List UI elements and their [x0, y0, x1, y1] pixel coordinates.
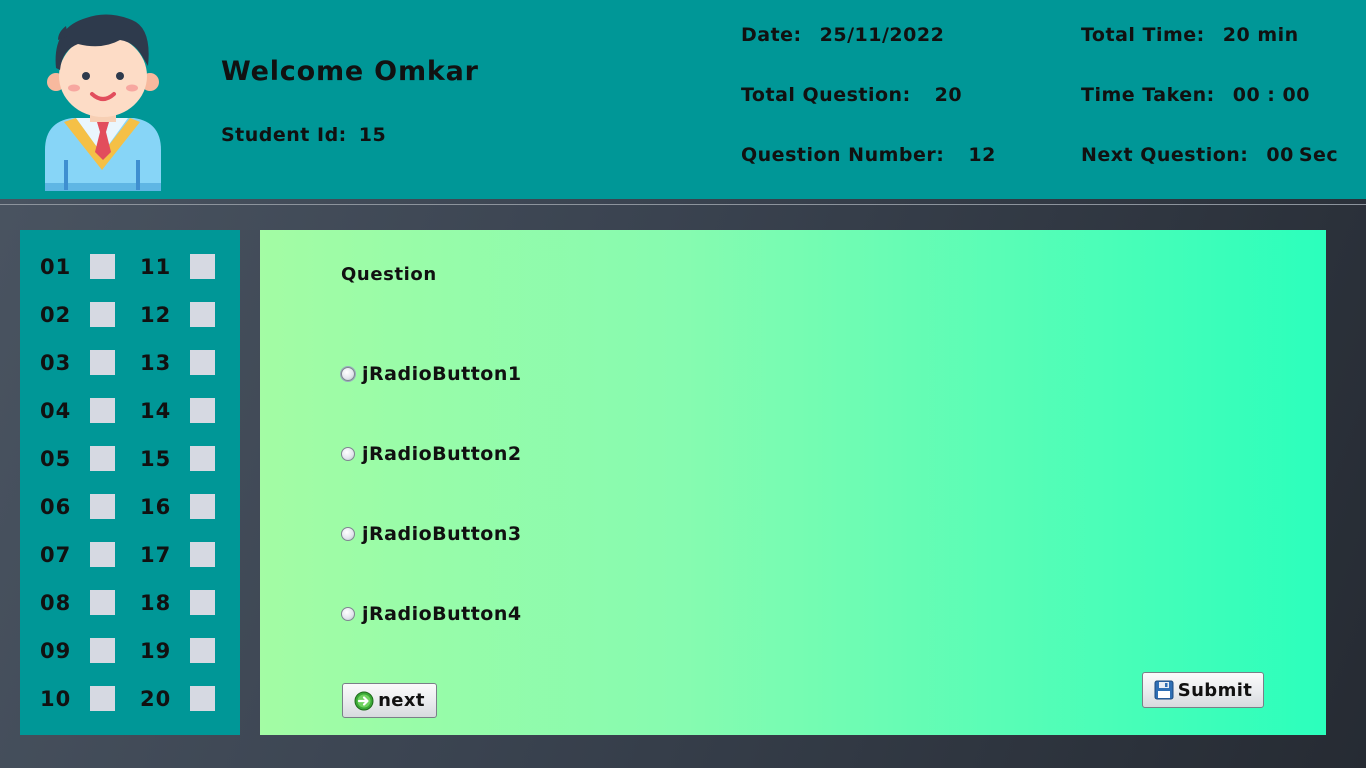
status-box[interactable] [90, 590, 115, 615]
nav-number: 13 [140, 351, 172, 375]
option-label[interactable]: jRadioButton1 [362, 363, 522, 385]
next-button[interactable]: next [342, 683, 437, 718]
total-time-label: Total Time: [1081, 24, 1205, 46]
student-id-row: Student Id: 15 [221, 124, 386, 146]
option-2[interactable]: jRadioButton2 [341, 443, 522, 465]
status-box[interactable] [190, 302, 215, 327]
status-box[interactable] [90, 350, 115, 375]
total-question-row: Total Question: 20 [741, 84, 962, 106]
status-box[interactable] [190, 686, 215, 711]
total-question-value: 20 [934, 84, 963, 106]
student-avatar-icon [45, 14, 161, 191]
next-button-label: next [378, 690, 425, 711]
option-label[interactable]: jRadioButton2 [362, 443, 522, 465]
date-value: 25/11/2022 [819, 24, 945, 46]
header-bar: Welcome Omkar Student Id: 15 Date: 25/11/2… [0, 0, 1366, 199]
nav-number: 16 [140, 495, 172, 519]
status-box[interactable] [190, 398, 215, 423]
question-number-row: Question Number: 12 [741, 144, 996, 166]
status-box[interactable] [190, 638, 215, 663]
question-navigator: 01 02 03 04 05 06 07 08 09 10 11 12 13 1… [20, 230, 240, 735]
nav-number: 04 [40, 399, 72, 423]
option-3[interactable]: jRadioButton3 [341, 523, 522, 545]
nav-number: 09 [40, 639, 72, 663]
status-box[interactable] [90, 302, 115, 327]
option-label[interactable]: jRadioButton3 [362, 523, 522, 545]
status-box[interactable] [190, 542, 215, 567]
nav-number: 05 [40, 447, 72, 471]
welcome-title: Welcome Omkar [221, 56, 479, 87]
option-1[interactable]: jRadioButton1 [341, 363, 522, 385]
student-id-label: Student Id: [221, 124, 347, 146]
status-box[interactable] [90, 494, 115, 519]
question-number-value: 12 [968, 144, 996, 166]
radio-icon[interactable] [341, 367, 355, 381]
total-question-label: Total Question: [741, 84, 911, 106]
time-taken-value: 00 : 00 [1232, 84, 1310, 106]
nav-number: 19 [140, 639, 172, 663]
nav-number: 18 [140, 591, 172, 615]
nav-number: 02 [40, 303, 72, 327]
option-4[interactable]: jRadioButton4 [341, 603, 522, 625]
nav-number: 03 [40, 351, 72, 375]
status-box[interactable] [90, 398, 115, 423]
status-box[interactable] [90, 686, 115, 711]
status-box[interactable] [90, 638, 115, 663]
total-time-row: Total Time: 20 min [1081, 24, 1299, 46]
question-panel: Question jRadioButton1 jRadioButton2 jRa… [260, 230, 1326, 735]
submit-button[interactable]: Submit [1142, 672, 1264, 708]
next-question-timer: 00 [1266, 144, 1294, 166]
time-taken-row: Time Taken: 00 : 00 [1081, 84, 1310, 106]
nav-number: 15 [140, 447, 172, 471]
status-box[interactable] [190, 254, 215, 279]
status-box[interactable] [190, 590, 215, 615]
nav-number: 17 [140, 543, 172, 567]
next-question-unit: Sec [1298, 144, 1339, 166]
status-box[interactable] [190, 494, 215, 519]
nav-number: 01 [40, 255, 72, 279]
student-id-value: 15 [358, 124, 387, 146]
next-question-label: Next Question: [1081, 144, 1249, 166]
status-box[interactable] [90, 254, 115, 279]
submit-button-label: Submit [1177, 679, 1253, 701]
floppy-disk-icon [1154, 680, 1174, 700]
nav-number: 10 [40, 687, 72, 711]
status-box[interactable] [90, 542, 115, 567]
status-box[interactable] [90, 446, 115, 471]
option-label[interactable]: jRadioButton4 [362, 603, 522, 625]
nav-number: 20 [140, 687, 172, 711]
nav-number: 12 [140, 303, 172, 327]
time-taken-label: Time Taken: [1081, 84, 1215, 106]
date-label: Date: [741, 24, 802, 46]
nav-number: 06 [40, 495, 72, 519]
nav-number: 14 [140, 399, 172, 423]
total-time-value: 20 min [1222, 24, 1299, 46]
radio-icon[interactable] [341, 527, 355, 541]
next-question-row: Next Question: 00 Sec [1081, 144, 1338, 166]
nav-number: 07 [40, 543, 72, 567]
header-divider [0, 204, 1366, 205]
nav-number: 08 [40, 591, 72, 615]
question-text: Question [341, 264, 437, 285]
nav-number: 11 [140, 255, 172, 279]
arrow-right-circle-icon [354, 691, 374, 711]
radio-icon[interactable] [341, 447, 355, 461]
date-row: Date: 25/11/2022 [741, 24, 944, 46]
question-number-label: Question Number: [741, 144, 945, 166]
radio-icon[interactable] [341, 607, 355, 621]
status-box[interactable] [190, 350, 215, 375]
status-box[interactable] [190, 446, 215, 471]
